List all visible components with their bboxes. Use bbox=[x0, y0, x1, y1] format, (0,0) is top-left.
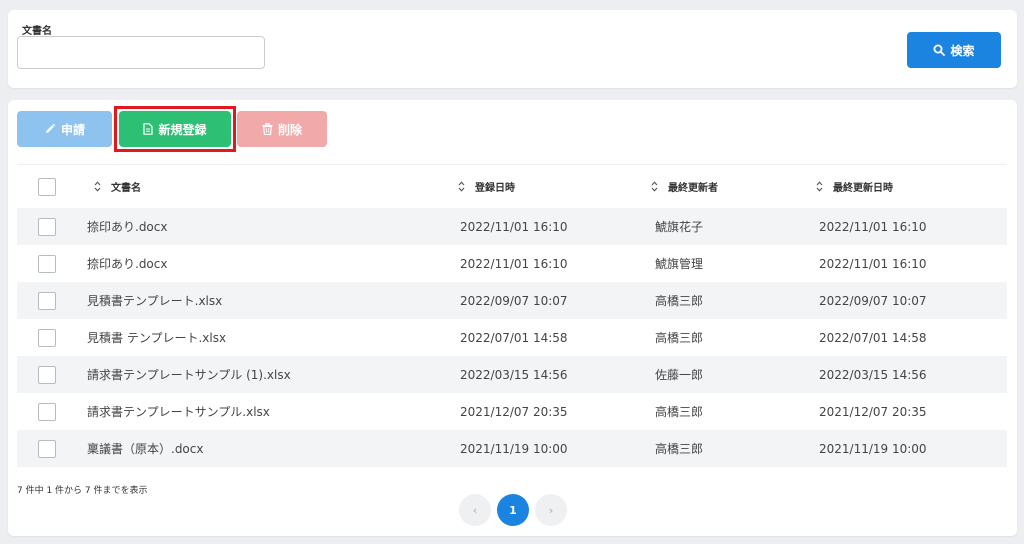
trash-icon bbox=[262, 123, 273, 135]
search-panel: 文書名 検索 bbox=[8, 10, 1017, 88]
next-page-button[interactable]: › bbox=[535, 494, 567, 526]
new-registration-label: 新規登録 bbox=[158, 122, 207, 137]
table-row[interactable]: 見積書 テンプレート.xlsx 2022/07/01 14:58 高橋三郎 20… bbox=[17, 319, 1007, 356]
search-button-label: 検索 bbox=[950, 43, 975, 58]
new-registration-button[interactable]: 新規登録 bbox=[119, 111, 231, 147]
cell-registered-at: 2022/07/01 14:58 bbox=[460, 330, 568, 345]
cell-last-updater: 鯱旗管理 bbox=[655, 257, 704, 271]
cell-registered-at: 2022/11/01 16:10 bbox=[460, 256, 568, 271]
delete-button[interactable]: 削除 bbox=[237, 111, 327, 147]
delete-button-label: 削除 bbox=[277, 122, 302, 137]
pagination: ‹ 1 › bbox=[459, 494, 567, 526]
sort-icon bbox=[816, 181, 823, 192]
apply-button[interactable]: 申請 bbox=[17, 111, 112, 147]
sort-icon bbox=[651, 181, 658, 192]
search-button[interactable]: 検索 bbox=[907, 32, 1001, 68]
table-row[interactable]: 請求書テンプレートサンプル (1).xlsx 2022/03/15 14:56 … bbox=[17, 356, 1007, 393]
table-row[interactable]: 捺印あり.docx 2022/11/01 16:10 鯱旗管理 2022/11/… bbox=[17, 245, 1007, 282]
row-checkbox[interactable] bbox=[38, 291, 56, 310]
row-checkbox[interactable] bbox=[38, 402, 56, 421]
document-icon bbox=[143, 123, 154, 135]
cell-registered-at: 2022/03/15 14:56 bbox=[460, 367, 568, 382]
sort-icon bbox=[458, 181, 465, 192]
cell-last-updater: 佐藤一郎 bbox=[655, 368, 704, 382]
cell-document-name[interactable]: 捺印あり.docx bbox=[77, 218, 458, 235]
cell-last-updated-at: 2022/11/01 16:10 bbox=[819, 219, 927, 234]
cell-last-updater: 高橋三郎 bbox=[655, 405, 704, 419]
cell-last-updated-at: 2022/09/07 10:07 bbox=[819, 293, 927, 308]
document-table: 文書名 登録日時 最終更新者 最終更新日時 捺印あり.docx 2022/11/… bbox=[17, 164, 1007, 467]
prev-page-button[interactable]: ‹ bbox=[459, 494, 491, 526]
cell-last-updater: 高橋三郎 bbox=[655, 442, 704, 456]
table-row[interactable]: 請求書テンプレートサンプル.xlsx 2021/12/07 20:35 高橋三郎… bbox=[17, 393, 1007, 430]
document-name-label: 文書名 bbox=[22, 26, 52, 37]
cell-last-updated-at: 2021/11/19 10:00 bbox=[819, 441, 927, 456]
row-checkbox[interactable] bbox=[38, 328, 56, 347]
document-list-panel: 申請 新規登録 削除 文書名 登録日時 最終更新者 最終更新日時 捺印あり.do… bbox=[8, 100, 1017, 536]
cell-last-updated-at: 2022/03/15 14:56 bbox=[819, 367, 927, 382]
cell-document-name[interactable]: 見積書テンプレート.xlsx bbox=[77, 292, 458, 309]
table-header: 文書名 登録日時 最終更新者 最終更新日時 bbox=[17, 164, 1007, 208]
cell-document-name[interactable]: 請求書テンプレートサンプル.xlsx bbox=[77, 403, 458, 420]
header-registered-at[interactable]: 登録日時 bbox=[458, 179, 643, 194]
cell-document-name[interactable]: 請求書テンプレートサンプル (1).xlsx bbox=[77, 366, 458, 383]
cell-registered-at: 2021/12/07 20:35 bbox=[460, 404, 568, 419]
cell-last-updater: 鯱旗花子 bbox=[655, 220, 704, 234]
table-row[interactable]: 稟議書（原本）.docx 2021/11/19 10:00 高橋三郎 2021/… bbox=[17, 430, 1007, 467]
cell-last-updated-at: 2022/11/01 16:10 bbox=[819, 256, 927, 271]
row-checkbox[interactable] bbox=[38, 439, 56, 458]
record-count-summary: 7 件中 1 件から 7 件までを表示 bbox=[17, 486, 148, 496]
document-name-input[interactable] bbox=[17, 36, 265, 69]
select-all-checkbox[interactable] bbox=[38, 177, 56, 196]
row-checkbox[interactable] bbox=[38, 254, 56, 273]
cell-last-updater: 高橋三郎 bbox=[655, 331, 704, 345]
cell-document-name[interactable]: 捺印あり.docx bbox=[77, 255, 458, 272]
cell-last-updater: 高橋三郎 bbox=[655, 294, 704, 308]
cell-registered-at: 2021/11/19 10:00 bbox=[460, 441, 568, 456]
row-checkbox[interactable] bbox=[38, 365, 56, 384]
table-row[interactable]: 見積書テンプレート.xlsx 2022/09/07 10:07 高橋三郎 202… bbox=[17, 282, 1007, 319]
pencil-icon bbox=[44, 123, 56, 135]
header-document-name[interactable]: 文書名 bbox=[77, 179, 458, 194]
table-row[interactable]: 捺印あり.docx 2022/11/01 16:10 鯱旗花子 2022/11/… bbox=[17, 208, 1007, 245]
row-checkbox[interactable] bbox=[38, 217, 56, 236]
cell-last-updated-at: 2022/07/01 14:58 bbox=[819, 330, 927, 345]
cell-last-updated-at: 2021/12/07 20:35 bbox=[819, 404, 927, 419]
page-1-button[interactable]: 1 bbox=[497, 494, 529, 526]
apply-button-label: 申請 bbox=[60, 122, 85, 137]
search-icon bbox=[933, 44, 946, 56]
cell-registered-at: 2022/11/01 16:10 bbox=[460, 219, 568, 234]
header-last-updater[interactable]: 最終更新者 bbox=[643, 179, 806, 194]
header-last-updated-at[interactable]: 最終更新日時 bbox=[806, 179, 1007, 194]
sort-icon bbox=[94, 181, 101, 192]
cell-document-name[interactable]: 稟議書（原本）.docx bbox=[77, 440, 458, 457]
cell-registered-at: 2022/09/07 10:07 bbox=[460, 293, 568, 308]
cell-document-name[interactable]: 見積書 テンプレート.xlsx bbox=[77, 329, 458, 346]
